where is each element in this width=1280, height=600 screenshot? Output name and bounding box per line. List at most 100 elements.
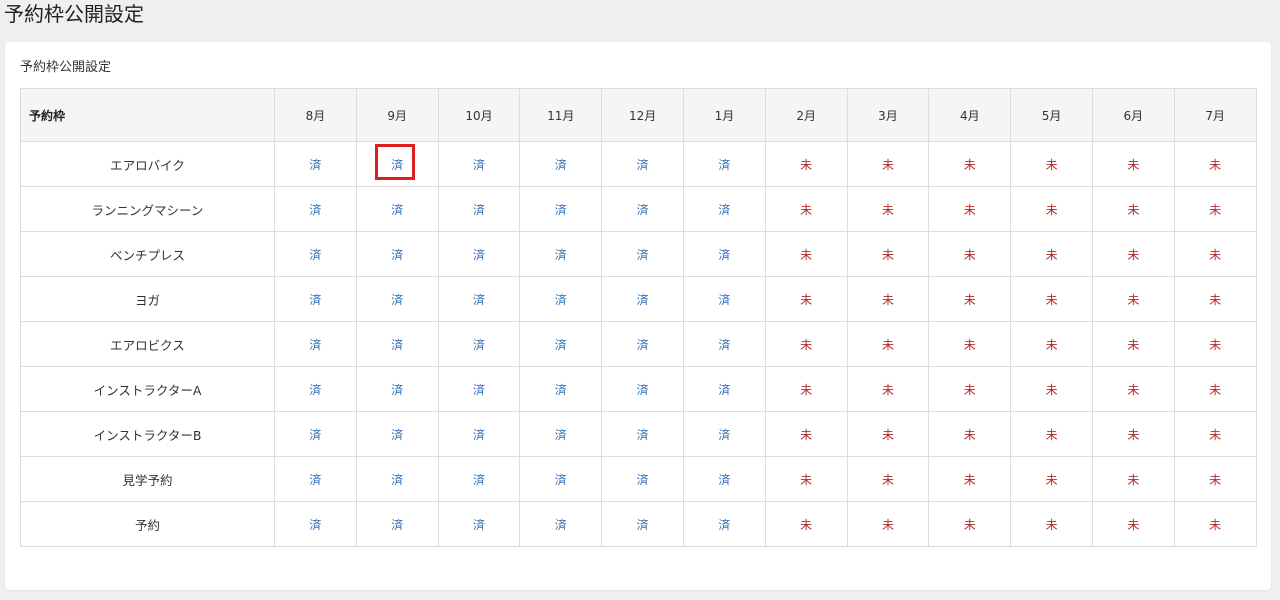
status-published[interactable]: 済 [637, 203, 649, 217]
status-cell[interactable]: 済 [519, 321, 603, 367]
status-cell[interactable]: 済 [682, 411, 766, 457]
status-published[interactable]: 済 [718, 338, 730, 352]
status-unpublished[interactable]: 未 [800, 428, 812, 442]
status-unpublished[interactable]: 未 [1209, 473, 1221, 487]
status-published[interactable]: 済 [637, 473, 649, 487]
status-published[interactable]: 済 [555, 203, 567, 217]
status-unpublished[interactable]: 未 [964, 428, 976, 442]
status-published[interactable]: 済 [391, 203, 403, 217]
status-cell[interactable]: 済 [601, 366, 684, 412]
status-cell[interactable]: 未 [1091, 456, 1175, 502]
status-unpublished[interactable]: 未 [882, 428, 894, 442]
status-published[interactable]: 済 [718, 248, 730, 262]
status-unpublished[interactable]: 未 [964, 158, 976, 172]
status-unpublished[interactable]: 未 [1127, 383, 1139, 397]
status-unpublished[interactable]: 未 [1046, 383, 1058, 397]
status-unpublished[interactable]: 未 [882, 518, 894, 532]
status-cell[interactable]: 済 [601, 321, 684, 367]
status-published[interactable]: 済 [473, 158, 485, 172]
status-cell[interactable]: 未 [1091, 366, 1175, 412]
status-published[interactable]: 済 [637, 338, 649, 352]
status-cell[interactable]: 済 [274, 411, 357, 457]
status-cell[interactable]: 済 [601, 231, 684, 277]
status-cell[interactable]: 未 [1173, 186, 1257, 232]
status-cell[interactable]: 未 [1010, 321, 1093, 367]
status-published[interactable]: 済 [309, 338, 321, 352]
status-cell[interactable]: 未 [846, 231, 930, 277]
status-unpublished[interactable]: 未 [1127, 473, 1139, 487]
status-cell[interactable]: 済 [274, 366, 357, 412]
status-published[interactable]: 済 [637, 428, 649, 442]
status-unpublished[interactable]: 未 [1209, 338, 1221, 352]
status-unpublished[interactable]: 未 [1046, 338, 1058, 352]
status-cell[interactable]: 未 [764, 321, 848, 367]
status-cell[interactable]: 未 [846, 141, 930, 187]
status-published[interactable]: 済 [309, 383, 321, 397]
status-published[interactable]: 済 [309, 203, 321, 217]
status-published[interactable]: 済 [718, 158, 730, 172]
status-cell[interactable]: 済 [355, 186, 439, 232]
status-cell[interactable]: 済 [355, 456, 439, 502]
status-cell[interactable]: 済 [601, 276, 684, 322]
status-cell[interactable]: 未 [1010, 276, 1093, 322]
status-unpublished[interactable]: 未 [800, 203, 812, 217]
status-cell[interactable]: 済 [519, 501, 603, 547]
status-unpublished[interactable]: 未 [1127, 158, 1139, 172]
status-unpublished[interactable]: 未 [1209, 518, 1221, 532]
status-cell[interactable]: 済 [519, 186, 603, 232]
status-published[interactable]: 済 [473, 518, 485, 532]
status-unpublished[interactable]: 未 [800, 293, 812, 307]
status-cell[interactable]: 未 [1173, 456, 1257, 502]
status-cell[interactable]: 未 [1173, 411, 1257, 457]
status-unpublished[interactable]: 未 [1127, 293, 1139, 307]
status-published[interactable]: 済 [391, 383, 403, 397]
status-cell[interactable]: 済 [437, 186, 521, 232]
status-cell[interactable]: 済 [355, 321, 439, 367]
status-cell[interactable]: 未 [1010, 366, 1093, 412]
status-cell[interactable]: 未 [1173, 501, 1257, 547]
status-published[interactable]: 済 [309, 428, 321, 442]
status-cell[interactable]: 未 [1173, 231, 1257, 277]
status-unpublished[interactable]: 未 [1209, 383, 1221, 397]
status-unpublished[interactable]: 未 [1209, 248, 1221, 262]
status-published[interactable]: 済 [718, 203, 730, 217]
status-unpublished[interactable]: 未 [1209, 203, 1221, 217]
status-published[interactable]: 済 [391, 473, 403, 487]
status-unpublished[interactable]: 未 [1127, 338, 1139, 352]
status-unpublished[interactable]: 未 [964, 338, 976, 352]
status-published[interactable]: 済 [718, 428, 730, 442]
status-cell[interactable]: 未 [928, 366, 1012, 412]
status-published[interactable]: 済 [555, 338, 567, 352]
status-unpublished[interactable]: 未 [964, 473, 976, 487]
status-published[interactable]: 済 [718, 293, 730, 307]
status-unpublished[interactable]: 未 [1127, 248, 1139, 262]
status-cell[interactable]: 済 [682, 321, 766, 367]
status-cell[interactable]: 未 [928, 231, 1012, 277]
status-unpublished[interactable]: 未 [1046, 428, 1058, 442]
status-unpublished[interactable]: 未 [800, 383, 812, 397]
status-unpublished[interactable]: 未 [882, 383, 894, 397]
status-published[interactable]: 済 [555, 248, 567, 262]
status-cell[interactable]: 済 [355, 231, 439, 277]
status-unpublished[interactable]: 未 [882, 248, 894, 262]
status-cell[interactable]: 未 [764, 456, 848, 502]
status-cell[interactable]: 未 [1091, 231, 1175, 277]
status-cell[interactable]: 未 [764, 411, 848, 457]
status-cell[interactable]: 未 [1010, 456, 1093, 502]
status-published[interactable]: 済 [637, 383, 649, 397]
status-cell[interactable]: 未 [1091, 321, 1175, 367]
status-cell[interactable]: 済 [601, 456, 684, 502]
status-cell[interactable]: 未 [846, 321, 930, 367]
status-unpublished[interactable]: 未 [1046, 293, 1058, 307]
status-cell[interactable]: 未 [764, 231, 848, 277]
status-cell[interactable]: 未 [1091, 186, 1175, 232]
status-published[interactable]: 済 [391, 293, 403, 307]
status-unpublished[interactable]: 未 [882, 293, 894, 307]
status-published[interactable]: 済 [391, 428, 403, 442]
status-cell[interactable]: 済 [274, 456, 357, 502]
status-published[interactable]: 済 [637, 518, 649, 532]
status-cell[interactable]: 未 [846, 186, 930, 232]
status-cell[interactable]: 済 [274, 276, 357, 322]
status-unpublished[interactable]: 未 [1046, 203, 1058, 217]
status-published[interactable]: 済 [555, 158, 567, 172]
